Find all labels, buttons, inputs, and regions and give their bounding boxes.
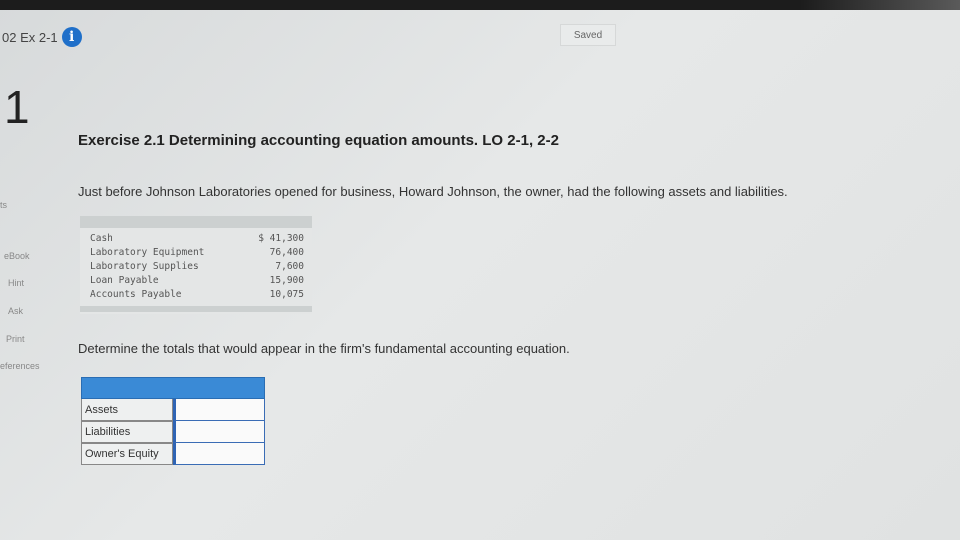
table-row: Laboratory Equipment 76,400 (90, 246, 304, 260)
item-label: Loan Payable (90, 275, 159, 286)
item-amount: 76,400 (269, 247, 304, 258)
table-footer-bar (80, 306, 312, 312)
liabilities-input[interactable] (173, 421, 265, 443)
sidebar-references-link[interactable]: eferences (0, 361, 40, 371)
breadcrumb: 02 Ex 2-1 i (2, 27, 82, 47)
item-label: Cash (90, 233, 113, 244)
sidebar-hint-link[interactable]: Hint (8, 278, 24, 288)
top-bar-fade (800, 0, 960, 10)
sidebar-print-link[interactable]: Print (6, 334, 25, 344)
table-row: Laboratory Supplies 7,600 (90, 260, 304, 274)
item-label: Accounts Payable (90, 289, 182, 300)
sidebar-partial-label: ts (0, 200, 8, 210)
exercise-crumb-label: 02 Ex 2-1 (2, 29, 58, 45)
table-row: Accounts Payable 10,075 (90, 288, 304, 302)
info-icon[interactable]: i (61, 27, 82, 47)
answer-table-header (81, 377, 265, 399)
assets-input[interactable] (173, 399, 265, 421)
question-number: 1 (4, 81, 30, 133)
item-amount: 7,600 (275, 261, 304, 272)
answer-row-owners-equity: Owner's Equity (81, 443, 265, 465)
assets-liabilities-table: Cash $ 41,300 Laboratory Equipment 76,40… (80, 216, 312, 314)
assets-label: Assets (81, 399, 173, 421)
answer-row-liabilities: Liabilities (81, 421, 265, 443)
item-amount: 10,075 (269, 289, 304, 300)
exercise-prompt: Determine the totals that would appear i… (78, 341, 570, 356)
table-row: Cash $ 41,300 (90, 232, 304, 246)
table-header-bar (80, 216, 312, 228)
answer-table: Assets Liabilities Owner's Equity (81, 377, 265, 465)
owners-equity-input[interactable] (173, 443, 265, 465)
sidebar-ask-link[interactable]: Ask (8, 306, 23, 316)
exercise-intro: Just before Johnson Laboratories opened … (78, 184, 788, 199)
item-label: Laboratory Equipment (90, 247, 205, 258)
table-row: Loan Payable 15,900 (90, 274, 304, 288)
item-label: Laboratory Supplies (90, 261, 199, 272)
answer-row-assets: Assets (81, 399, 265, 421)
item-amount: $ 41,300 (258, 233, 304, 244)
liabilities-label: Liabilities (81, 421, 173, 443)
saved-status-badge: Saved (560, 24, 616, 46)
sidebar-ebook-link[interactable]: eBook (4, 251, 30, 261)
item-amount: 15,900 (269, 275, 304, 286)
owners-equity-label: Owner's Equity (81, 443, 173, 465)
exercise-title: Exercise 2.1 Determining accounting equa… (78, 132, 559, 149)
